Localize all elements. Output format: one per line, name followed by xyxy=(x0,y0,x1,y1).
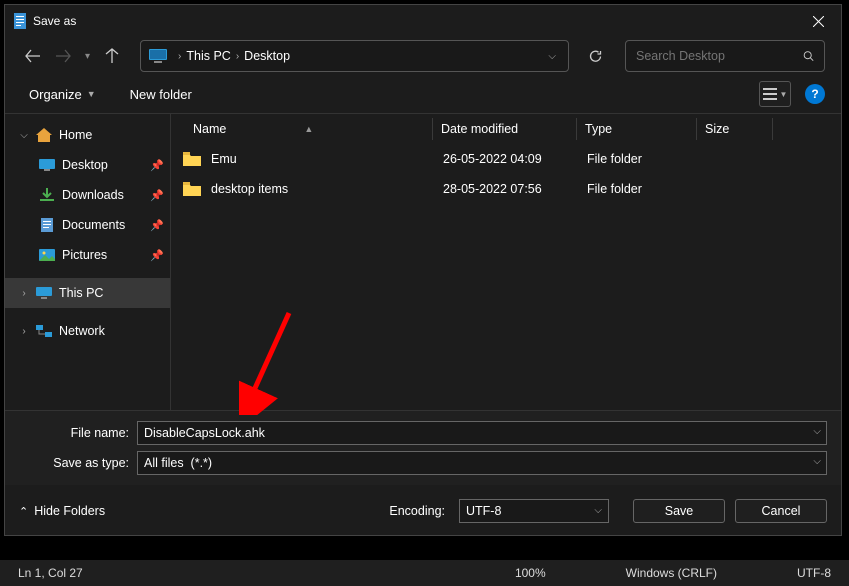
sidebar-item-desktop[interactable]: Desktop 📌 xyxy=(5,150,170,180)
pictures-icon xyxy=(39,247,55,263)
sidebar-item-thispc[interactable]: › This PC xyxy=(5,278,170,308)
footer: ⌃ Hide Folders Encoding: UTF-8 ⌵ Save Ca… xyxy=(5,485,841,535)
column-name[interactable]: Name▲ xyxy=(189,118,433,140)
arrow-left-icon xyxy=(25,49,41,63)
chevron-down-icon: ⌵ xyxy=(594,505,602,516)
file-list: Name▲ Date modified Type Size Emu 26-05-… xyxy=(171,114,841,410)
close-button[interactable] xyxy=(795,5,841,37)
crumb-thispc[interactable]: This PC xyxy=(186,49,230,63)
separator-icon: › xyxy=(236,51,239,62)
list-icon xyxy=(763,88,777,100)
search-box[interactable] xyxy=(625,40,825,72)
chevron-down-icon: ▼ xyxy=(87,89,96,99)
crumb-desktop[interactable]: Desktop xyxy=(244,49,290,63)
download-icon xyxy=(39,187,55,203)
sort-icon: ▲ xyxy=(304,124,313,134)
chevron-right-icon: › xyxy=(19,326,29,337)
desktop-icon xyxy=(39,157,55,173)
column-date[interactable]: Date modified xyxy=(433,118,577,140)
toolbar: Organize ▼ New folder ▼ ? xyxy=(5,75,841,113)
search-input[interactable] xyxy=(636,49,797,63)
sidebar-item-network[interactable]: › Network xyxy=(5,316,170,346)
bottom-panel: File name: ⌵ Save as type: ⌵ xyxy=(5,410,841,485)
sidebar-item-home[interactable]: ⌵ Home xyxy=(5,120,170,150)
folder-icon xyxy=(183,182,201,196)
address-bar[interactable]: › This PC › Desktop ⌵ xyxy=(140,40,569,72)
status-eol: Windows (CRLF) xyxy=(626,566,717,580)
statusbar: Ln 1, Col 27 100% Windows (CRLF) UTF-8 xyxy=(0,560,849,586)
hide-folders-button[interactable]: ⌃ Hide Folders xyxy=(19,504,105,518)
refresh-button[interactable] xyxy=(579,40,611,72)
forward-button[interactable] xyxy=(51,44,75,68)
navbar: ▾ › This PC › Desktop ⌵ xyxy=(5,37,841,75)
column-type[interactable]: Type xyxy=(577,118,697,140)
history-dropdown[interactable]: ▾ xyxy=(85,51,90,62)
refresh-icon xyxy=(588,49,603,64)
pin-icon: 📌 xyxy=(150,159,164,172)
encoding-select[interactable]: UTF-8 ⌵ xyxy=(459,499,609,523)
document-icon xyxy=(39,217,55,233)
sidebar-item-pictures[interactable]: Pictures 📌 xyxy=(5,240,170,270)
address-dropdown[interactable]: ⌵ xyxy=(544,47,560,66)
help-button[interactable]: ? xyxy=(805,84,825,104)
table-row[interactable]: Emu 26-05-2022 04:09 File folder xyxy=(171,144,841,174)
status-encoding: UTF-8 xyxy=(797,566,831,580)
window-title: Save as xyxy=(33,14,76,28)
back-button[interactable] xyxy=(21,44,45,68)
sidebar: ⌵ Home Desktop 📌 Downloads 📌 Documents 📌 xyxy=(5,114,171,410)
sidebar-item-documents[interactable]: Documents 📌 xyxy=(5,210,170,240)
view-button[interactable]: ▼ xyxy=(759,81,791,107)
table-row[interactable]: desktop items 28-05-2022 07:56 File fold… xyxy=(171,174,841,204)
encoding-label: Encoding: xyxy=(389,504,445,518)
column-headers: Name▲ Date modified Type Size xyxy=(171,114,841,144)
document-icon xyxy=(13,13,27,29)
filename-label: File name: xyxy=(19,426,137,440)
saveastype-select[interactable] xyxy=(137,451,827,475)
chevron-right-icon: › xyxy=(19,288,29,299)
separator-icon: › xyxy=(178,51,181,62)
pin-icon: 📌 xyxy=(150,189,164,202)
filename-input[interactable] xyxy=(137,421,827,445)
sidebar-item-downloads[interactable]: Downloads 📌 xyxy=(5,180,170,210)
chevron-down-icon: ▼ xyxy=(780,90,788,99)
status-position: Ln 1, Col 27 xyxy=(18,566,83,580)
pin-icon: 📌 xyxy=(150,249,164,262)
chevron-up-icon: ⌃ xyxy=(19,505,28,518)
arrow-right-icon xyxy=(55,49,71,63)
column-size[interactable]: Size xyxy=(697,118,773,140)
cancel-button[interactable]: Cancel xyxy=(735,499,827,523)
folder-icon xyxy=(183,152,201,166)
network-icon xyxy=(36,323,52,339)
arrow-up-icon xyxy=(105,48,119,64)
chevron-down-icon: ⌵ xyxy=(19,130,29,141)
pc-icon xyxy=(149,49,167,63)
saveastype-label: Save as type: xyxy=(19,456,137,470)
save-as-dialog: Save as ▾ › This PC › Desktop ⌵ xyxy=(4,4,842,536)
search-icon xyxy=(803,49,814,63)
pc-icon xyxy=(36,285,52,301)
main-area: ⌵ Home Desktop 📌 Downloads 📌 Documents 📌 xyxy=(5,113,841,410)
close-icon xyxy=(813,16,824,27)
organize-button[interactable]: Organize ▼ xyxy=(21,83,104,106)
new-folder-button[interactable]: New folder xyxy=(122,83,200,106)
home-icon xyxy=(36,127,52,143)
up-button[interactable] xyxy=(100,44,124,68)
status-zoom: 100% xyxy=(515,566,546,580)
pin-icon: 📌 xyxy=(150,219,164,232)
titlebar: Save as xyxy=(5,5,841,37)
save-button[interactable]: Save xyxy=(633,499,725,523)
